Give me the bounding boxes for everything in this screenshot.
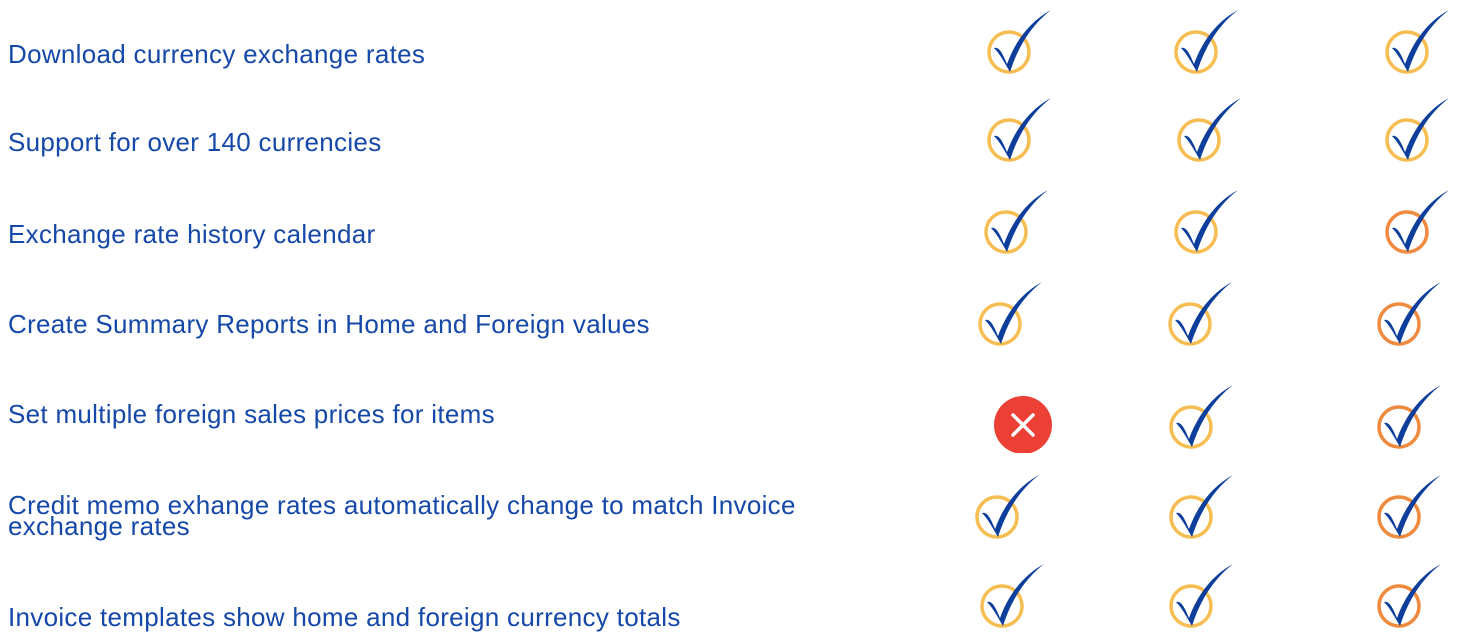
check-icon (985, 96, 1055, 166)
check-icon (1175, 96, 1245, 166)
check-icon (1375, 562, 1445, 632)
check-icon (982, 188, 1052, 258)
check-icon (1375, 383, 1445, 453)
feature-label: Invoice templates show home and foreign … (8, 602, 681, 632)
feature-label: Create Summary Reports in Home and Forei… (8, 309, 650, 339)
check-icon (1167, 562, 1237, 632)
check-icon (1383, 8, 1453, 78)
feature-label: Support for over 140 currencies (8, 127, 382, 157)
check-icon (978, 562, 1048, 632)
check-icon (1383, 96, 1453, 166)
check-icon (1383, 188, 1453, 258)
feature-label-line2: exchange rates (8, 511, 190, 541)
check-icon (1172, 8, 1242, 78)
feature-label: Download currency exchange rates (8, 39, 426, 69)
check-icon (976, 280, 1046, 350)
check-icon (1166, 280, 1236, 350)
feature-label: Set multiple foreign sales prices for it… (8, 399, 495, 429)
check-icon (1375, 280, 1445, 350)
check-icon (973, 473, 1043, 543)
check-icon (1167, 473, 1237, 543)
check-icon (1167, 383, 1237, 453)
feature-label: Exchange rate history calendar (8, 219, 376, 249)
check-icon (985, 8, 1055, 78)
check-icon (1375, 473, 1445, 543)
check-icon (1172, 188, 1242, 258)
x-icon (993, 383, 1063, 453)
